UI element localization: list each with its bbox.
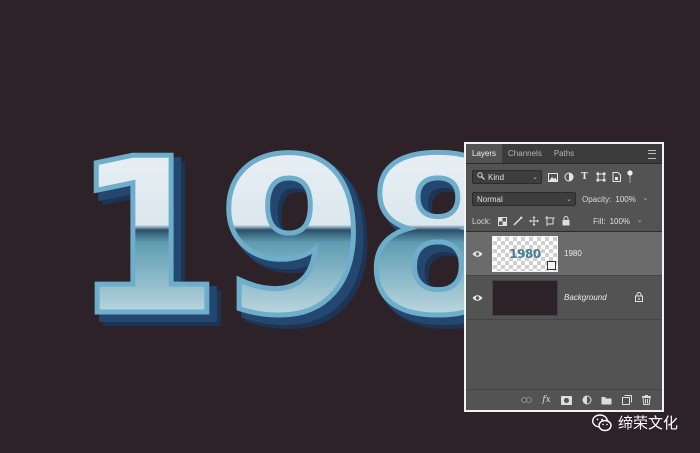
wechat-logo-icon	[591, 413, 612, 432]
lock-row: Lock: Fill: 100% ⌄	[466, 210, 662, 232]
new-layer-icon[interactable]	[621, 395, 632, 406]
opacity-input[interactable]: 100% ⌄	[611, 192, 649, 206]
link-icon[interactable]	[521, 395, 532, 406]
search-icon	[477, 172, 485, 182]
opacity-label: Opacity:	[582, 194, 612, 204]
smart-object-filter-icon[interactable]	[611, 172, 622, 183]
folder-icon[interactable]	[601, 395, 612, 406]
layer-thumbnail-text: 1980	[509, 246, 541, 261]
lock-icon	[634, 292, 644, 302]
lock-artboard-icon[interactable]	[545, 216, 556, 226]
lock-image-icon[interactable]	[513, 216, 523, 226]
watermark-text: 缔荣文化	[617, 415, 678, 432]
lock-position-icon[interactable]	[529, 216, 540, 226]
type-filter-icon[interactable]: T	[579, 172, 590, 183]
smart-object-badge-icon	[547, 260, 556, 270]
blend-mode-value: Normal	[477, 194, 503, 204]
filter-row: Kind ⌄ T	[466, 166, 662, 188]
lock-label: Lock:	[472, 216, 492, 226]
shape-filter-icon[interactable]	[595, 172, 606, 183]
layer-name[interactable]: 1980	[564, 249, 582, 258]
tab-layers[interactable]: Layers	[466, 144, 503, 163]
eye-icon[interactable]	[466, 250, 488, 258]
eye-icon[interactable]	[466, 294, 488, 302]
layers-list: 1980 1980 Background	[466, 231, 662, 392]
layer-thumbnail	[492, 279, 558, 316]
fill-value: 100%	[609, 216, 631, 226]
panel-menu-icon[interactable]	[648, 150, 656, 159]
blend-mode-dropdown[interactable]: Normal ⌄	[472, 192, 576, 206]
chevron-down-icon: ⌄	[566, 196, 572, 203]
chevron-down-icon: ⌄	[636, 217, 643, 224]
chevron-down-icon: ⌄	[532, 174, 538, 181]
opacity-value: 100%	[615, 194, 636, 204]
filter-kind-label: Kind	[488, 172, 505, 182]
tab-paths[interactable]: Paths	[548, 144, 580, 163]
image-filter-icon[interactable]	[547, 172, 558, 183]
trash-icon[interactable]	[641, 395, 652, 406]
fx-icon[interactable]: fx	[541, 395, 552, 406]
panel-bottom-toolbar: fx	[466, 389, 662, 410]
fill-input[interactable]: 100% ⌄	[606, 214, 644, 228]
layer-row-background[interactable]: Background	[466, 276, 662, 320]
watermark: 缔荣文化	[591, 412, 678, 433]
mask-icon[interactable]	[561, 395, 572, 406]
fill-label: Fill:	[593, 216, 606, 226]
filter-kind-dropdown[interactable]: Kind ⌄	[472, 170, 542, 184]
lock-all-icon[interactable]	[561, 216, 571, 226]
chevron-down-icon: ⌄	[642, 195, 649, 202]
tab-channels[interactable]: Channels	[502, 144, 548, 163]
panel-tabbar: Layers Channels Paths	[466, 144, 662, 164]
filter-toggle-icon[interactable]	[627, 170, 633, 184]
adjustment-filter-icon[interactable]	[563, 172, 574, 183]
layer-thumbnail: 1980	[492, 235, 558, 272]
blend-row: Normal ⌄ Opacity: 100% ⌄	[466, 188, 662, 210]
layer-row-1980[interactable]: 1980 1980	[466, 232, 662, 276]
layers-panel: Layers Channels Paths Kind ⌄ T Normal ⌄ …	[464, 142, 664, 412]
adjustment-icon[interactable]	[581, 395, 592, 406]
lock-transparent-icon[interactable]	[497, 216, 507, 226]
layer-name[interactable]: Background	[564, 293, 607, 302]
